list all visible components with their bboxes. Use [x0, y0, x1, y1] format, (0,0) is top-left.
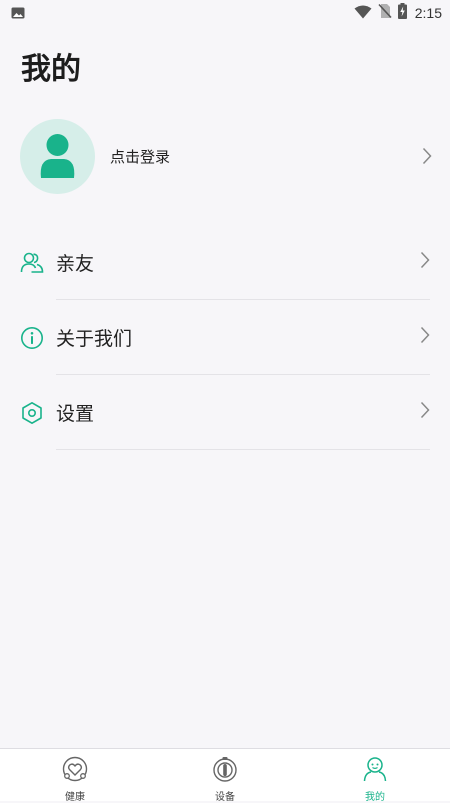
image-icon — [11, 4, 25, 23]
user-icon — [40, 133, 75, 178]
chevron-right-icon — [422, 147, 432, 169]
menu-item-friends[interactable]: 亲友 — [20, 225, 438, 300]
battery-charging-icon — [397, 3, 407, 23]
avatar[interactable] — [20, 118, 95, 194]
tab-label-device: 设备 — [215, 792, 235, 803]
tab-device[interactable]: 设备 — [150, 749, 300, 803]
divider — [56, 449, 430, 450]
login-row[interactable]: 点击登录 — [20, 118, 438, 194]
status-bar: 2:15 — [0, 0, 450, 26]
device-icon — [212, 756, 238, 786]
settings-hexagon-icon — [20, 401, 44, 425]
person-icon — [362, 756, 388, 786]
menu-item-settings[interactable]: 设置 — [20, 375, 438, 450]
no-sim-icon — [378, 3, 392, 23]
tab-label-health: 健康 — [65, 792, 85, 803]
info-icon — [20, 326, 44, 350]
wifi-icon — [354, 4, 372, 23]
menu-label-about-us: 关于我们 — [56, 328, 133, 350]
login-label: 点击登录 — [110, 147, 171, 166]
bottom-tab-bar: 健康 设备 我的 — [0, 748, 450, 803]
tab-mine[interactable]: 我的 — [300, 749, 450, 803]
menu-label-settings: 设置 — [56, 403, 95, 425]
chevron-right-icon — [420, 326, 430, 348]
chevron-right-icon — [420, 251, 430, 273]
chevron-right-icon — [420, 401, 430, 423]
page-title: 我的 — [21, 52, 81, 87]
menu-item-about-us[interactable]: 关于我们 — [20, 300, 438, 375]
health-heart-icon — [62, 756, 88, 786]
tab-health[interactable]: 健康 — [0, 749, 150, 803]
friends-icon — [20, 251, 44, 275]
menu-label-friends: 亲友 — [56, 253, 95, 275]
tab-label-mine: 我的 — [365, 792, 385, 803]
status-time: 2:15 — [414, 5, 442, 21]
